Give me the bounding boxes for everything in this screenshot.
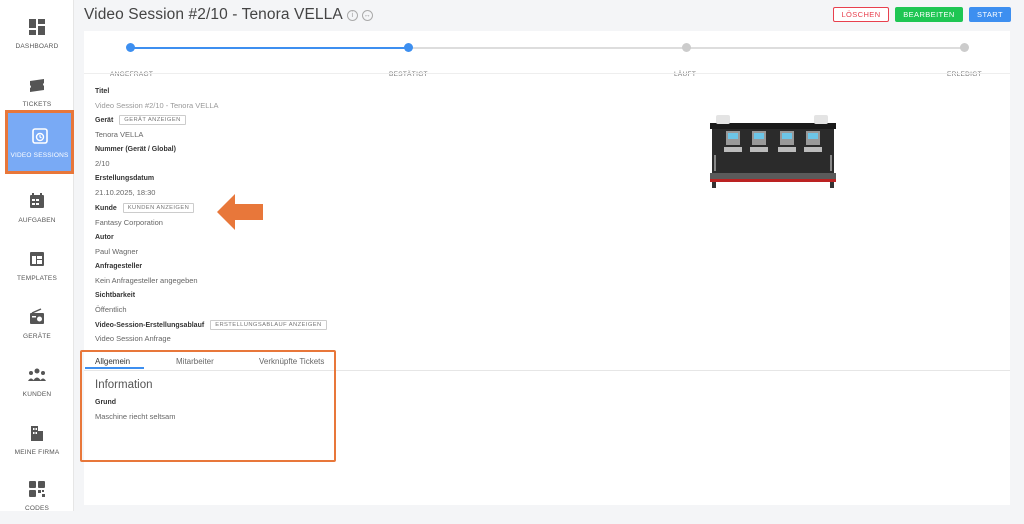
sidebar-item-label: AUFGABEN: [18, 216, 56, 224]
sidebar-item-label: DASHBOARD: [15, 42, 59, 50]
share-icon[interactable]: ↔: [361, 9, 373, 21]
calendar-icon: [27, 191, 47, 211]
sidebar-item-label: MEINE FIRMA: [14, 448, 60, 456]
sidebar-item-label: VIDEO SESSIONS: [10, 151, 69, 159]
sichtbarkeit-label: Sichtbarkeit: [95, 292, 136, 299]
sidebar-item-dashboard[interactable]: DASHBOARD: [0, 4, 74, 62]
sichtbarkeit-value: Öffentlich: [95, 305, 127, 314]
active-tab-indicator: [85, 367, 144, 369]
step-dot-erledigt: [960, 43, 969, 52]
building-icon: [27, 423, 47, 443]
sidebar-item-label: CODES: [24, 504, 50, 512]
step-dot-angefragt: [126, 43, 135, 52]
tab-verknuepfte-tickets[interactable]: Verknüpfte Tickets: [259, 357, 324, 366]
ablauf-label-row: Video-Session-Erstellungsablauf ERSTELLUN…: [95, 320, 327, 330]
video-session-icon: [30, 126, 50, 146]
nummer-value: 2/10: [95, 159, 110, 168]
show-device-button[interactable]: GERÄT ANZEIGEN: [119, 115, 186, 125]
sidebar-item-templates[interactable]: TEMPLATES: [0, 236, 74, 294]
show-workflow-button[interactable]: ERSTELLUNGSABLAUF ANZEIGEN: [210, 320, 327, 330]
grund-value: Maschine riecht seltsam: [95, 412, 176, 421]
geraet-label-row: Gerät GERÄT ANZEIGEN: [95, 115, 186, 125]
espresso-machine-image: [710, 115, 836, 188]
video-session-card: ANGEFRAGT BESTÄTIGT LÄUFT ERLEDIGT Titel…: [84, 31, 1010, 505]
qr-code-icon: [27, 479, 47, 499]
grund-label: Grund: [95, 399, 116, 406]
status-stepper: ANGEFRAGT BESTÄTIGT LÄUFT ERLEDIGT: [110, 43, 982, 78]
ablauf-label: Video-Session-Erstellungsablauf: [95, 321, 205, 329]
nummer-label: Nummer (Gerät / Global): [95, 146, 176, 153]
sidebar-item-tickets[interactable]: TICKETS: [0, 62, 74, 120]
datum-label: Erstellungsdatum: [95, 175, 155, 182]
step-dot-laeuft: [682, 43, 691, 52]
tab-mitarbeiter[interactable]: Mitarbeiter: [176, 357, 214, 366]
dashboard-icon: [27, 17, 47, 37]
sidebar-item-aufgaben[interactable]: AUFGABEN: [0, 178, 74, 236]
show-customer-button[interactable]: KUNDEN ANZEIGEN: [122, 203, 195, 213]
sidebar-item-codes[interactable]: CODES: [0, 466, 74, 524]
tabs-divider: [84, 370, 1010, 371]
autor-value: Paul Wagner: [95, 247, 139, 256]
sidebar-item-label: TEMPLATES: [17, 274, 57, 282]
titel-label: Titel: [95, 88, 110, 95]
people-icon: [27, 365, 47, 385]
edit-button[interactable]: BEARBEITEN: [895, 7, 963, 22]
ticket-icon: [27, 75, 47, 95]
titel-value: Video Session #2/10 - Tenora VELLA: [95, 101, 219, 110]
info-icon[interactable]: i: [346, 9, 358, 21]
page-title: Video Session #2/10 - Tenora VELLA: [84, 6, 343, 23]
step-dot-bestaetigt: [404, 43, 413, 52]
sidebar-item-meine-firma[interactable]: MEINE FIRMA: [0, 410, 74, 468]
sidebar-item-label: TICKETS: [22, 100, 52, 108]
autor-label: Autor: [95, 234, 114, 241]
geraet-value: Tenora VELLA: [95, 130, 144, 139]
sidebar: DASHBOARD TICKETS VIDEO SESSIONS AUFGABE…: [0, 0, 74, 512]
kunde-value: Fantasy Corporation: [95, 218, 163, 227]
sidebar-item-label: GERÄTE: [23, 332, 51, 340]
stepper-line-done: [130, 47, 408, 49]
kunde-label-row: Kunde KUNDEN ANZEIGEN: [95, 203, 195, 213]
ablauf-value: Video Session Anfrage: [95, 334, 171, 343]
start-button[interactable]: START: [969, 7, 1011, 22]
geraet-label: Gerät: [95, 116, 114, 124]
sidebar-item-geraete[interactable]: GERÄTE: [0, 294, 74, 352]
radio-device-icon: [27, 307, 47, 327]
tab-allgemein[interactable]: Allgemein: [95, 357, 130, 366]
page-header: Video Session #2/10 - Tenora VELLA i ↔: [84, 5, 373, 25]
anfragesteller-label: Anfragesteller: [95, 263, 143, 270]
divider: [84, 73, 1010, 74]
information-heading: Information: [95, 379, 153, 391]
template-icon: [27, 249, 47, 269]
delete-button[interactable]: LÖSCHEN: [833, 7, 889, 22]
annotation-arrow-icon: [217, 194, 263, 230]
datum-value: 21.10.2025, 18:30: [95, 188, 156, 197]
sidebar-item-video-sessions[interactable]: VIDEO SESSIONS: [5, 110, 74, 174]
kunde-label: Kunde: [95, 204, 117, 212]
sidebar-item-kunden[interactable]: KUNDEN: [0, 352, 74, 410]
sidebar-item-label: KUNDEN: [22, 390, 52, 398]
anfragesteller-value: Kein Anfragesteller angegeben: [95, 276, 198, 285]
